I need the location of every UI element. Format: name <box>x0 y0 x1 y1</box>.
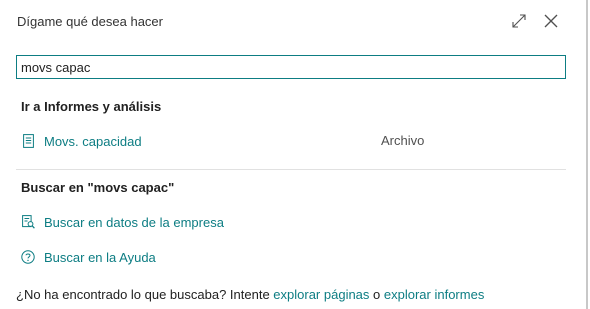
help-icon <box>21 249 35 265</box>
dialog-title: Dígame qué desea hacer <box>17 14 163 29</box>
report-icon <box>21 133 35 149</box>
expand-button[interactable] <box>508 10 530 32</box>
explore-reports-link[interactable]: explorar informes <box>384 287 484 302</box>
explore-pages-link[interactable]: explorar páginas <box>273 287 369 302</box>
footer-prefix: ¿No ha encontrado lo que buscaba? Intent… <box>16 287 274 302</box>
divider <box>16 169 566 170</box>
search-help-link[interactable]: Buscar en la Ayuda <box>21 247 156 267</box>
search-field[interactable] <box>16 55 566 79</box>
expand-icon <box>512 14 526 28</box>
section-heading-reports: Ir a Informes y análisis <box>21 99 162 114</box>
search-company-data-label: Buscar en datos de la empresa <box>44 214 224 230</box>
result-movs-capacidad[interactable]: Movs. capacidad <box>21 131 142 151</box>
close-icon <box>544 14 558 28</box>
close-button[interactable] <box>540 10 562 32</box>
footer-text: ¿No ha encontrado lo que buscaba? Intent… <box>16 287 484 302</box>
result-category: Archivo <box>381 133 425 148</box>
result-label: Movs. capacidad <box>44 133 142 149</box>
search-help-label: Buscar en la Ayuda <box>44 249 156 265</box>
tell-me-dialog: Dígame qué desea hacer Ir a Informes y a… <box>0 0 588 309</box>
search-input[interactable] <box>17 56 565 78</box>
data-search-icon <box>21 214 35 230</box>
search-company-data-link[interactable]: Buscar en datos de la empresa <box>21 212 224 232</box>
section-heading-search: Buscar en "movs capac" <box>21 180 175 195</box>
footer-middle: o <box>369 287 384 302</box>
